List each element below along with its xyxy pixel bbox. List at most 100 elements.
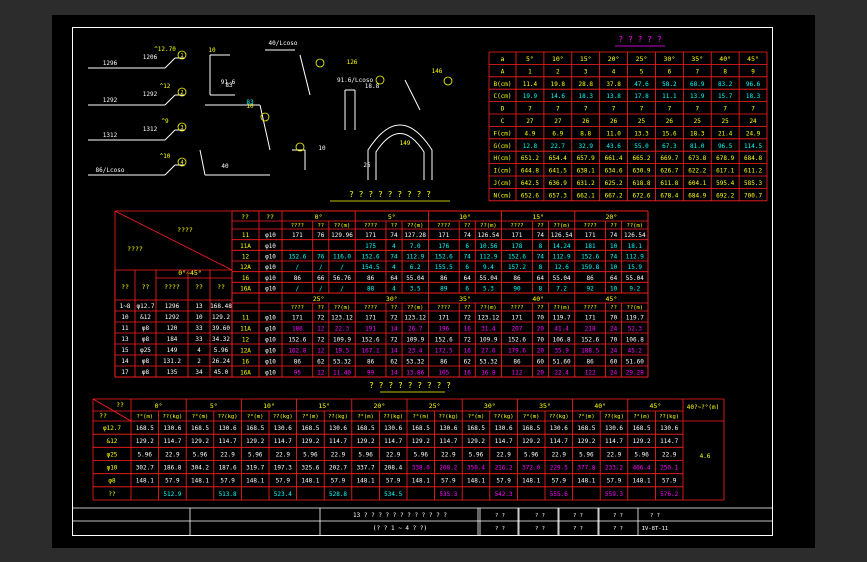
- right-table-cell: 672.6: [632, 192, 650, 199]
- title-cell: ? ?: [573, 526, 583, 532]
- right-table-cell: 58.2: [662, 81, 677, 88]
- cell-value: 86: [294, 275, 302, 282]
- cell-value: 57.9: [165, 478, 180, 485]
- cell-value: 23.4: [408, 348, 423, 355]
- cell-value: 168.5: [522, 425, 540, 432]
- cell-value: 129.2: [522, 438, 540, 445]
- angle-header: 45°: [606, 295, 618, 303]
- right-table-cell: 4: [612, 68, 616, 75]
- right-table-cell: 26: [610, 118, 618, 125]
- right-table-cell: 631.2: [577, 180, 595, 187]
- cell-value: 16: [464, 348, 472, 355]
- cell-value: 64: [610, 275, 618, 282]
- rebar-mark: [315, 58, 325, 68]
- left-cell: 184: [167, 336, 178, 343]
- sub-header: ????: [510, 223, 523, 229]
- left-cell: 4: [197, 347, 201, 354]
- cell-value: 14: [390, 370, 398, 377]
- cell-value: 86: [294, 359, 302, 366]
- row-id: 16: [242, 359, 250, 366]
- cell-value: 109.9: [333, 337, 351, 344]
- sub-header: ??(m): [480, 305, 497, 311]
- row-id: 11A: [240, 326, 251, 333]
- cell-value: 129.2: [136, 438, 154, 445]
- cell-value: 116.0: [333, 254, 351, 261]
- row-dia: φ10: [265, 348, 276, 355]
- cell-value: 64: [464, 275, 472, 282]
- cell-value: 197.3: [274, 465, 292, 472]
- title-cell: ? ?: [535, 513, 545, 519]
- cell-value: 12: [317, 348, 325, 355]
- right-table-cell: 625.2: [605, 180, 623, 187]
- header-d: ??: [266, 213, 274, 221]
- cell-value: 5.96: [303, 451, 318, 458]
- title-line-2: (? ? 1 ~ 4 ? ?): [373, 525, 427, 532]
- cell-value: 148.1: [577, 478, 595, 485]
- cell-value: 22.4: [554, 370, 569, 377]
- right-table-cell: 642.5: [521, 180, 539, 187]
- right-table-cell: 585.3: [744, 180, 762, 187]
- right-table-cell: 28.8: [578, 81, 593, 88]
- angle-header: 10°: [459, 213, 471, 221]
- right-table-cell: 18.3: [746, 93, 761, 100]
- cell-value: 216.2: [495, 465, 513, 472]
- cell-value: 31.4: [481, 326, 496, 333]
- cell-value: 7.0: [410, 243, 421, 250]
- cell-value: 171: [438, 232, 449, 239]
- cell-value: 129.2: [467, 438, 485, 445]
- right-table-cell: 21.4: [718, 130, 733, 137]
- cell-value: 171: [585, 315, 596, 322]
- cell-value: 171: [365, 315, 376, 322]
- cell-value: 168.5: [301, 425, 319, 432]
- sub-header: ????: [584, 305, 597, 311]
- cell-value: 114.7: [660, 438, 678, 445]
- left-cell: 149: [167, 347, 178, 354]
- row-dia: φ10: [265, 370, 276, 377]
- right-table-header: 10°: [552, 55, 564, 63]
- cell-value: 92: [587, 286, 595, 293]
- right-table-cell: 617.1: [716, 168, 734, 175]
- cell-value: 148.1: [246, 478, 264, 485]
- cell-value: 70: [610, 337, 618, 344]
- cell-value: 57.9: [441, 478, 456, 485]
- cell-value: 62: [390, 359, 398, 366]
- cell-value: 130.6: [660, 425, 678, 432]
- cell-value: 22.9: [220, 451, 235, 458]
- cell-value: 5.96: [469, 451, 484, 458]
- right-table-cell: 13.3: [634, 130, 649, 137]
- cell-value: 576.2: [660, 491, 678, 498]
- cell-value: 72: [390, 337, 398, 344]
- right-table-row-label: F(cm): [493, 130, 511, 137]
- cell-value: 106.8: [626, 337, 644, 344]
- left-cell: 14: [121, 358, 129, 365]
- cell-value: 176: [438, 243, 449, 250]
- right-table-cell: 644.8: [521, 168, 539, 175]
- sub-header: ??: [464, 305, 471, 311]
- left-cell: 26.24: [212, 358, 230, 365]
- cell-value: 72: [317, 315, 325, 322]
- angle-header: 25°: [429, 402, 441, 410]
- cell-value: 148.1: [301, 478, 319, 485]
- angle-header: 25°: [313, 295, 325, 303]
- cell-value: 154.5: [362, 264, 380, 271]
- sub-header: ?°(m): [633, 414, 650, 420]
- cell-value: 57.9: [552, 478, 567, 485]
- cell-value: 106.8: [553, 337, 571, 344]
- cell-value: 57.9: [496, 478, 511, 485]
- cell-value: 218: [585, 326, 596, 333]
- left-header: ??: [217, 283, 225, 291]
- sub-header: ??(m): [334, 305, 351, 311]
- cell-value: 19.5: [335, 348, 350, 355]
- angle-header: 0°: [155, 402, 163, 410]
- sub-header: ??(kg): [549, 414, 569, 420]
- cell-value: 57.9: [607, 478, 622, 485]
- sub-header: ?°(m): [192, 414, 209, 420]
- angle-header: 20°: [606, 213, 618, 221]
- sub-header: ??(kg): [218, 414, 238, 420]
- angle-header: 30°: [484, 402, 496, 410]
- cell-value: 86: [367, 275, 375, 282]
- cell-value: 15.9: [628, 264, 643, 271]
- title-line-1: 13 ? ? ? ? ? ? ? ? ? ? ? ?: [353, 512, 447, 519]
- right-table-cell: 611.8: [660, 180, 678, 187]
- drawing-dimension: 83: [246, 99, 254, 106]
